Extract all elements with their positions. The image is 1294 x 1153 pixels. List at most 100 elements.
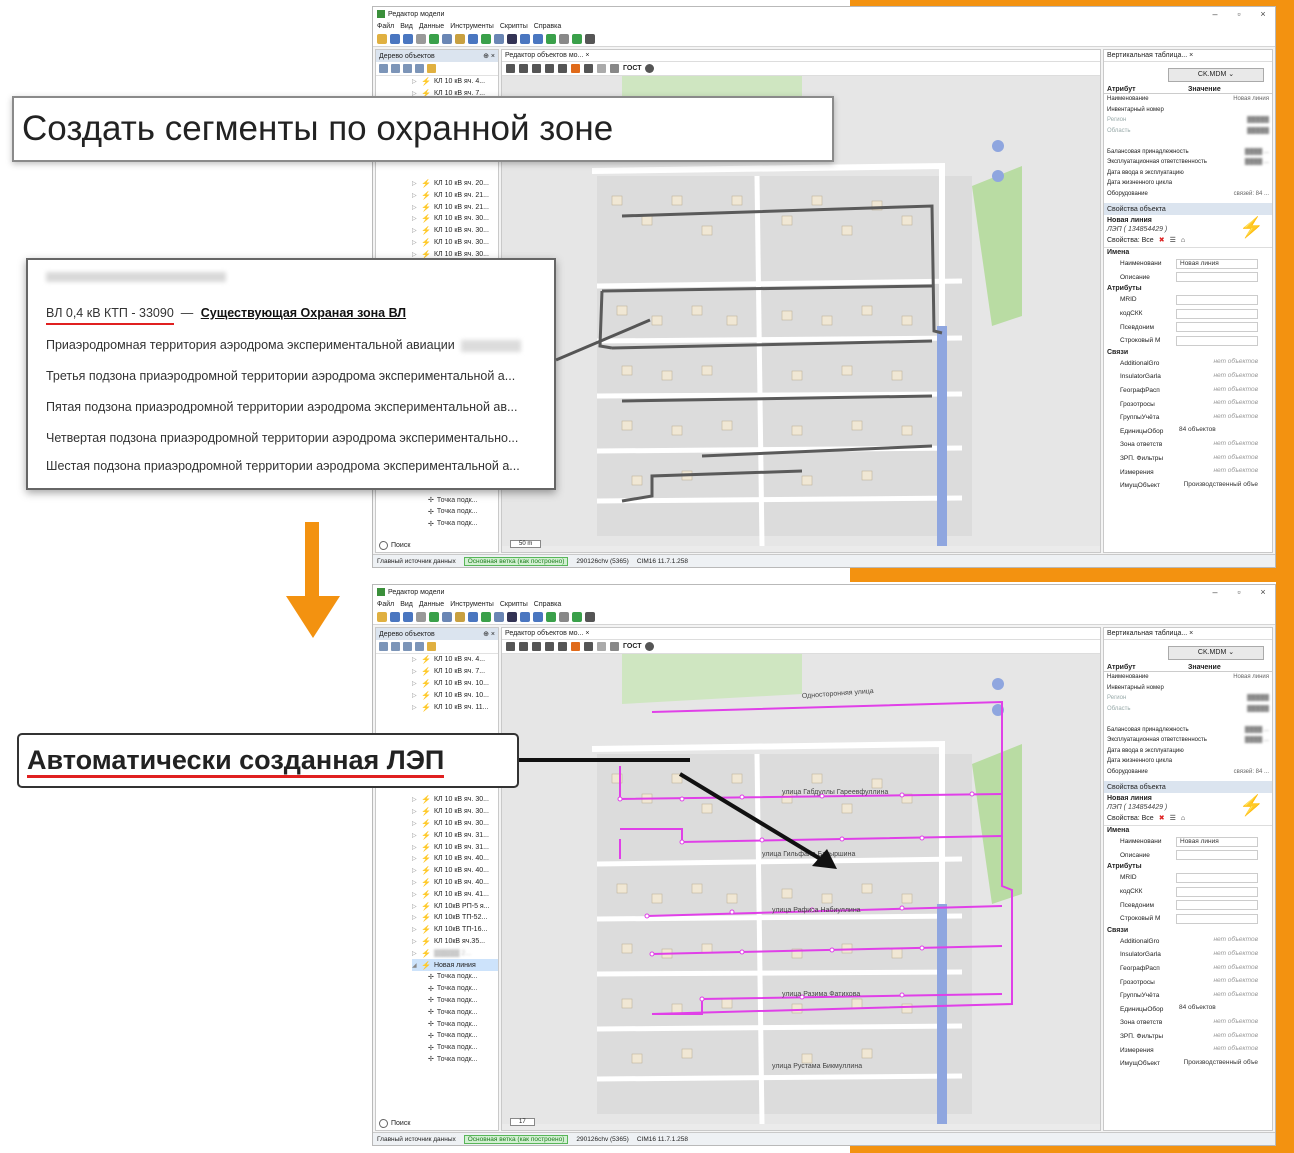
- search-row[interactable]: Поиск: [379, 541, 410, 550]
- tool-icon[interactable]: [558, 642, 567, 651]
- layer-item[interactable]: Шестая подзона приаэродромной территории…: [46, 459, 520, 473]
- save-icon[interactable]: [390, 611, 400, 622]
- tree-item[interactable]: ▷ ⚡ КЛ 10 кВ яч. 21...: [412, 201, 498, 213]
- prop-input[interactable]: [1176, 900, 1258, 911]
- table-icon[interactable]: [572, 611, 582, 622]
- chart-icon[interactable]: [494, 611, 504, 622]
- gost-label[interactable]: ГОСТ: [623, 643, 641, 650]
- filter-icon[interactable]: [455, 611, 465, 622]
- settings-icon[interactable]: [506, 642, 515, 651]
- grid-icon[interactable]: [442, 33, 452, 44]
- prop-input[interactable]: [1176, 850, 1258, 861]
- help-icon[interactable]: [645, 64, 655, 73]
- star-icon[interactable]: [427, 64, 436, 73]
- map-tab[interactable]: Редактор объектов мо... ×: [502, 628, 1100, 640]
- tree-item[interactable]: ▷ ⚡ КЛ 10 кВ яч. 10...: [412, 689, 498, 701]
- layer-item[interactable]: Третья подзона приаэродромной территории…: [46, 369, 515, 383]
- tree-item[interactable]: ▷ ⚡ КЛ 10 кВ яч. 4...: [412, 76, 498, 88]
- undo-icon[interactable]: [403, 611, 413, 622]
- attr-row[interactable]: Область ▓▓▓▓▓: [1104, 126, 1272, 137]
- tree-item[interactable]: ▷ ⚡ КЛ 10 кВ яч. 20...: [412, 178, 498, 190]
- back-icon[interactable]: [379, 642, 388, 651]
- attr-row[interactable]: Балансовая принадлежность ▓▓▓▓ ...: [1104, 147, 1272, 158]
- tree-item[interactable]: ▷ ⚡ КЛ 10 кВ яч. 41...: [412, 888, 498, 900]
- prop-input[interactable]: [1176, 308, 1258, 319]
- tree-item[interactable]: ▷ ⚡ КЛ 10кВ ТП-52...: [412, 912, 498, 924]
- prop-value[interactable]: нет объектов: [1176, 467, 1258, 477]
- tree-child-item[interactable]: ✢ Точка подк...: [412, 983, 498, 995]
- attr-row[interactable]: Дата ввода в эксплуатацию: [1104, 746, 1272, 757]
- attr-row[interactable]: Эксплуатационная ответственность ▓▓▓▓ ...: [1104, 157, 1272, 168]
- db-icon[interactable]: [546, 611, 556, 622]
- prop-input[interactable]: [1176, 886, 1258, 897]
- status-branch[interactable]: Основная ветка (как построено): [463, 1134, 569, 1144]
- diamond-icon[interactable]: [585, 33, 595, 44]
- prop-value[interactable]: нет объектов: [1176, 386, 1258, 396]
- map-icon[interactable]: [481, 611, 491, 622]
- group-links[interactable]: Связи: [1104, 926, 1272, 935]
- attr-row[interactable]: Наименование Новая линия: [1104, 672, 1272, 683]
- globe-icon[interactable]: [507, 611, 517, 622]
- tree-item[interactable]: ▷ ⚡ КЛ 10 кВ яч. 40...: [412, 853, 498, 865]
- tree-child-item[interactable]: ✢ Точка подк...: [412, 1054, 498, 1066]
- maximize-icon[interactable]: ▫: [1227, 9, 1251, 19]
- tool-icon[interactable]: [532, 64, 541, 73]
- attr-row[interactable]: Оборудование связей: 84 ...: [1104, 189, 1272, 200]
- prop-value[interactable]: нет объектов: [1176, 454, 1258, 464]
- menu-scripts[interactable]: Скрипты: [500, 23, 528, 30]
- menu-scripts[interactable]: Скрипты: [500, 601, 528, 608]
- attr-row[interactable]: Регион ▓▓▓▓▓: [1104, 693, 1272, 704]
- home-icon[interactable]: ⌂: [1181, 815, 1185, 822]
- prop-input[interactable]: [1176, 913, 1258, 924]
- vertical-table-tab[interactable]: Вертикальная таблица... ×: [1104, 628, 1272, 640]
- menu-help[interactable]: Справка: [534, 23, 561, 30]
- prop-value[interactable]: нет объектов: [1176, 950, 1258, 960]
- tree-item[interactable]: ▷ ⚡ КЛ 10 кВ яч. 7...: [412, 666, 498, 678]
- tool-icon[interactable]: [597, 64, 606, 73]
- prop-value[interactable]: нет объектов: [1176, 358, 1258, 368]
- globe-icon[interactable]: [507, 33, 517, 44]
- prop-input[interactable]: Новая линия: [1176, 258, 1258, 269]
- menu-data[interactable]: Данные: [419, 23, 444, 30]
- layers-icon[interactable]: [520, 33, 530, 44]
- prop-value[interactable]: нет объектов: [1176, 1032, 1258, 1042]
- redo-icon[interactable]: [416, 611, 426, 622]
- chart-icon[interactable]: [494, 33, 504, 44]
- close-icon[interactable]: ×: [1251, 9, 1275, 19]
- tool-icon[interactable]: [519, 64, 528, 73]
- attr-row[interactable]: Область ▓▓▓▓▓: [1104, 704, 1272, 715]
- attr-row[interactable]: Дата жизненного цикла: [1104, 178, 1272, 189]
- back-icon[interactable]: [379, 64, 388, 73]
- map-tab[interactable]: Редактор объектов мо... ×: [502, 50, 1100, 62]
- tool-icon[interactable]: [519, 642, 528, 651]
- settings-icon[interactable]: [506, 64, 515, 73]
- status-branch[interactable]: Основная ветка (как построено): [463, 556, 569, 566]
- gost-label[interactable]: ГОСТ: [623, 65, 641, 72]
- split-icon[interactable]: [468, 33, 478, 44]
- group-attributes[interactable]: Атрибуты: [1104, 862, 1272, 871]
- undo-icon[interactable]: [403, 33, 413, 44]
- tree-item[interactable]: ▷ ⚡ КЛ 10кВ ТП-16...: [412, 924, 498, 936]
- diamond-icon[interactable]: [585, 611, 595, 622]
- prop-value[interactable]: нет объектов: [1176, 1045, 1258, 1055]
- layers2-icon[interactable]: [533, 611, 543, 622]
- attr-row[interactable]: Дата жизненного цикла: [1104, 756, 1272, 767]
- layer-item[interactable]: Четвертая подзона приаэродромной террито…: [46, 431, 518, 445]
- status-main-source[interactable]: Главный источник данных: [377, 558, 456, 565]
- group-names[interactable]: Имена: [1104, 248, 1272, 257]
- attr-row[interactable]: Инвентарный номер: [1104, 105, 1272, 116]
- star-icon[interactable]: [427, 642, 436, 651]
- db-icon[interactable]: [546, 33, 556, 44]
- tree-child-item[interactable]: ✢ Точка подк...: [412, 518, 498, 530]
- ckmdm-dropdown[interactable]: CK.MDM ⌄: [1168, 68, 1264, 82]
- prop-value[interactable]: нет объектов: [1176, 372, 1258, 382]
- tree-item-selected[interactable]: ◢ ⚡ Новая линия: [412, 959, 498, 971]
- tree-item[interactable]: ▷ ⚡ КЛ 10 кВ яч. 21...: [412, 189, 498, 201]
- menu-data[interactable]: Данные: [419, 601, 444, 608]
- layers-icon[interactable]: [520, 611, 530, 622]
- tree-child-item[interactable]: ✢ Точка подк...: [412, 971, 498, 983]
- prop-input[interactable]: Новая линия: [1176, 836, 1258, 847]
- tree-tool-icon[interactable]: [415, 64, 424, 73]
- prop-value[interactable]: Производственный объе: [1176, 1059, 1258, 1069]
- new-icon[interactable]: [377, 611, 387, 622]
